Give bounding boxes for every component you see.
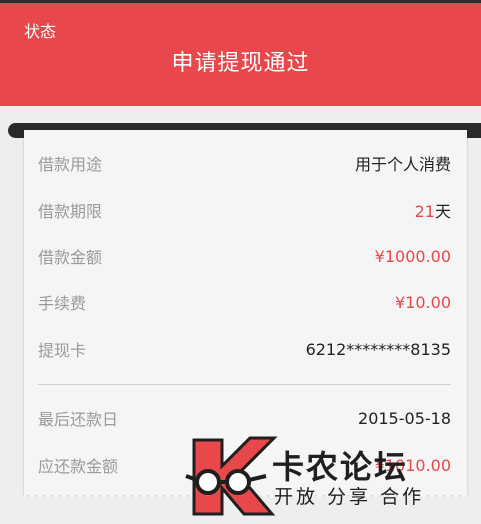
detail-value: ¥1000.00 <box>374 246 451 266</box>
detail-value: 6212********8135 <box>305 339 451 359</box>
page-title: 申请提现通过 <box>171 51 310 76</box>
detail-label: 借款用途 <box>38 155 103 174</box>
detail-value: 2015-05-18 <box>358 408 451 428</box>
detail-row-term: 借款期限 21天 <box>38 198 451 222</box>
detail-row-card: 提现卡 6212********8135 <box>38 337 451 361</box>
watermark-slogan: 开放 分享 合作 <box>274 486 425 508</box>
forum-watermark: 卡农论坛 开放 分享 合作 <box>182 432 442 518</box>
detail-label: 应还款金额 <box>38 457 119 476</box>
term-number: 21 <box>414 202 435 221</box>
detail-label: 借款期限 <box>38 202 103 221</box>
detail-label: 提现卡 <box>38 341 87 360</box>
forum-logo-icon <box>185 436 278 516</box>
detail-row-fee: 手续费 ¥10.00 <box>38 290 451 314</box>
divider <box>38 384 451 385</box>
term-unit: 天 <box>434 202 451 221</box>
detail-row-amount: 借款金额 ¥1000.00 <box>38 244 451 268</box>
detail-value: 用于个人消费 <box>354 155 451 174</box>
detail-value: ¥10.00 <box>395 292 451 312</box>
header: 状态 申请提现通过 <box>0 3 481 106</box>
detail-label: 借款金额 <box>38 248 103 267</box>
detail-row-due-date: 最后还款日 2015-05-18 <box>38 406 451 430</box>
detail-label: 最后还款日 <box>38 410 119 429</box>
status-label: 状态 <box>24 22 57 41</box>
detail-value: 21天 <box>415 198 451 222</box>
detail-row-purpose: 借款用途 用于个人消费 <box>38 151 451 175</box>
detail-label: 手续费 <box>38 294 87 313</box>
